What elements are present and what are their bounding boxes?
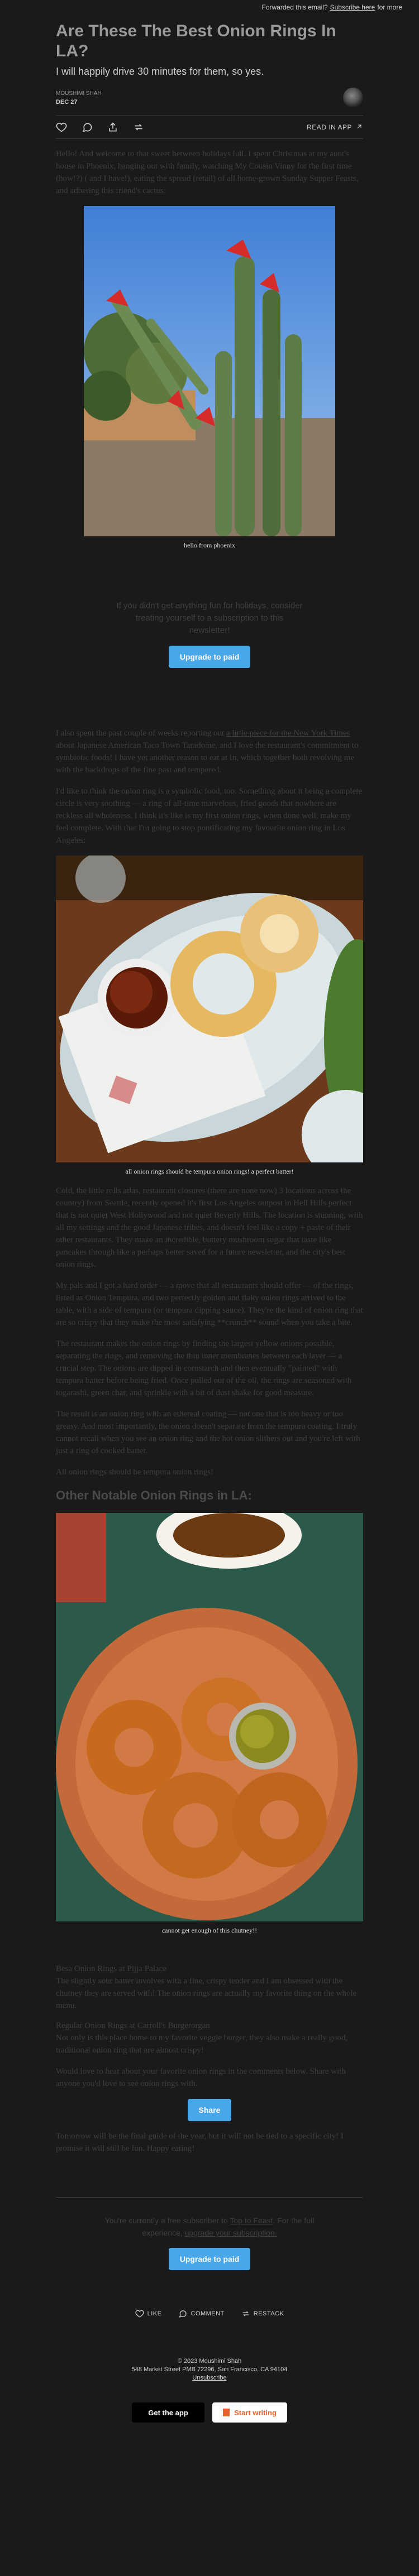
figure-cactus: hello from phoenix: [56, 206, 363, 550]
share-icon[interactable]: [107, 122, 118, 133]
upgrade-to-paid-button-bottom[interactable]: Upgrade to paid: [168, 2248, 251, 2270]
image-caption: all onion rings should be tempura onion …: [125, 1167, 294, 1175]
footer-app-buttons: Get the app Start writing: [56, 2402, 363, 2423]
restaurant-title: Regular Onion Rings at Carroll's Burgero…: [56, 2021, 210, 2030]
body-paragraph: Not only is this place home to my favori…: [56, 2034, 348, 2055]
get-the-app-button[interactable]: Get the app: [132, 2402, 204, 2423]
body-paragraph: All onion rings should be tempura onion …: [56, 1468, 214, 1477]
post-action-row: READ IN APP: [56, 116, 363, 138]
body-paragraph: The slightly sour batter involves with a…: [56, 1977, 357, 2010]
post-subtitle: I will happily drive 30 minutes for them…: [56, 66, 264, 77]
body-paragraph: Would love to hear about your favorite o…: [56, 2067, 346, 2088]
footer-restack-button[interactable]: RESTACK: [241, 2309, 284, 2318]
author-name[interactable]: MOUSHIMI SHAH: [56, 90, 102, 97]
start-writing-button[interactable]: Start writing: [212, 2402, 287, 2423]
image-caption: hello from phoenix: [184, 541, 235, 549]
restaurant-title: Besa Onion Rings at Pijja Palace: [56, 1964, 166, 1973]
figure-pijja-rings: cannot get enough of this chutney!!: [56, 1513, 363, 1935]
address-text: 548 Market Street PMB 72296, San Francis…: [131, 2366, 288, 2373]
author-avatar[interactable]: [343, 88, 363, 108]
nyt-article-link[interactable]: a little piece for the New York Times: [226, 729, 350, 738]
action-icons: [56, 122, 144, 133]
footer-like-button[interactable]: LIKE: [135, 2309, 162, 2318]
arrow-up-right-icon: [355, 123, 363, 132]
body-paragraph: The restaurant makes the onion rings by …: [56, 1339, 352, 1397]
body-paragraph: I'd like to think the onion ring is a sy…: [56, 787, 363, 845]
footer-copyright: © 2023 Moushimi Shah 548 Market Street P…: [56, 2357, 363, 2382]
heart-icon: [135, 2310, 144, 2318]
copyright-text: © 2023 Moushimi Shah: [177, 2358, 242, 2364]
substack-logo-icon: [223, 2409, 230, 2416]
email-page: Forwarded this email? Subscribe here for…: [0, 0, 419, 2576]
heart-icon[interactable]: [56, 122, 67, 133]
figure-tempura-rings: all onion rings should be tempura onion …: [56, 856, 363, 1176]
besan-onion-rings-image[interactable]: [56, 1513, 363, 1921]
restack-icon: [242, 2311, 249, 2317]
free-subscriber-notice: You're currently a free subscriber to To…: [104, 2216, 315, 2237]
upgrade-to-paid-button[interactable]: Upgrade to paid: [168, 646, 251, 668]
tempura-onion-rings-image[interactable]: [56, 856, 363, 1162]
comment-icon[interactable]: [82, 122, 93, 133]
author-row: MOUSHIMI SHAH DEC 27: [56, 88, 363, 108]
subscribe-link[interactable]: Subscribe here: [330, 3, 375, 11]
body-paragraph: The result is an onion ring with an ethe…: [56, 1410, 360, 1455]
divider: [56, 138, 363, 139]
body-paragraph: Tomorrow will be the final guide of the …: [56, 2132, 344, 2153]
comment-icon: [179, 2310, 187, 2318]
body-paragraph: My pals and I got a hard order — a move …: [56, 1281, 363, 1327]
publication-link[interactable]: Top to Feast: [230, 2216, 273, 2225]
footer-comment-button[interactable]: COMMENT: [178, 2309, 224, 2318]
post-content: Are These The Best Onion Rings In LA? I …: [56, 21, 363, 2423]
body-paragraph: Cold, the little rolls atlas, restaurant…: [56, 1186, 363, 1269]
image-caption: cannot get enough of this chutney!!: [161, 1926, 258, 1934]
forwarded-text: Forwarded this email?: [261, 3, 328, 11]
footer-action-links: LIKE COMMENT RESTACK: [56, 2309, 363, 2318]
section-heading: Other Notable Onion Rings in LA:: [56, 1488, 252, 1502]
restack-icon[interactable]: [133, 122, 144, 133]
body-paragraph: Hello! And welcome to that sweet between…: [56, 150, 359, 195]
upgrade-prompt: If you didn't get anything fun for holid…: [116, 601, 303, 635]
forward-bar: Forwarded this email? Subscribe here for…: [0, 0, 419, 15]
for-more-text: for more: [377, 3, 402, 11]
read-in-app-label: READ IN APP: [307, 123, 352, 131]
post-date: DEC 27: [56, 98, 78, 105]
unsubscribe-link[interactable]: Unsubscribe: [192, 2375, 226, 2381]
author-meta: MOUSHIMI SHAH DEC 27: [56, 90, 102, 105]
body-paragraph: I also spent the past couple of weeks re…: [56, 729, 359, 775]
post-title[interactable]: Are These The Best Onion Rings In LA?: [56, 21, 363, 61]
upgrade-subscription-link[interactable]: upgrade your subscription.: [185, 2228, 277, 2237]
share-button[interactable]: Share: [187, 2099, 232, 2121]
cactus-image[interactable]: [84, 206, 335, 536]
read-in-app-link[interactable]: READ IN APP: [307, 123, 363, 132]
